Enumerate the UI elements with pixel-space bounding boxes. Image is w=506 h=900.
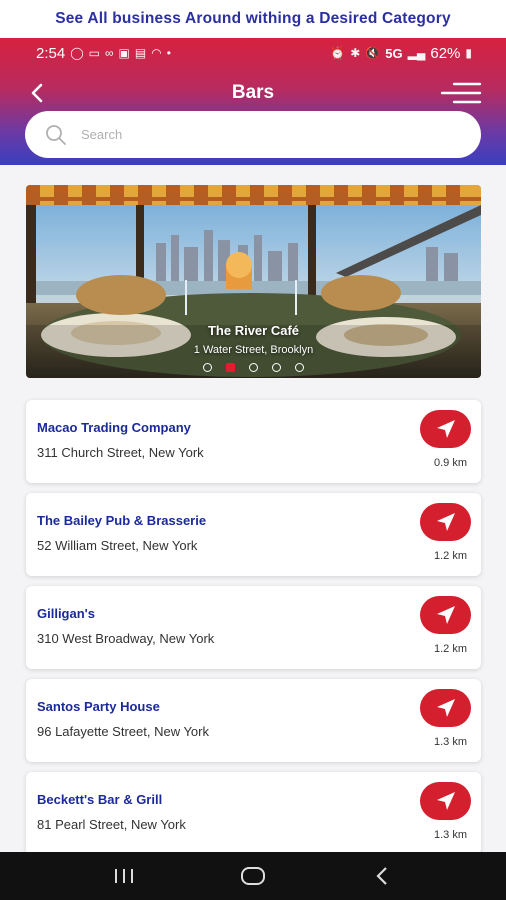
business-card[interactable]: Santos Party House 96 Lafayette Street, … [26, 679, 481, 762]
status-time: 2:54 [36, 44, 66, 62]
featured-address: 1 Water Street, Brooklyn [193, 344, 314, 356]
network-label: 5G [385, 45, 403, 61]
message-icon: ▭ [88, 46, 100, 60]
banner-text: See All business Around withing a Desire… [55, 10, 451, 27]
carousel-dot[interactable] [295, 363, 304, 372]
mute-icon: 🔇 [365, 46, 381, 60]
navigate-button[interactable] [420, 410, 471, 448]
business-address: 52 William Street, New York [37, 538, 198, 553]
business-distance: 0.9 km [433, 457, 467, 469]
navigate-button[interactable] [420, 503, 471, 541]
top-bar: Bars [0, 76, 506, 110]
carousel-dot[interactable] [272, 363, 281, 372]
business-name[interactable]: Beckett's Bar & Grill [37, 792, 162, 807]
status-bar: 2:54 ◯ ▭ ∞ ▣ ▤ ◠ • ⏰ ✱ 🔇 5G ▂▄ 62% ▮ [0, 38, 506, 68]
whatsapp-icon: ◯ [70, 46, 84, 60]
business-address: 96 Lafayette Street, New York [37, 724, 209, 739]
bluetooth-icon: ✱ [350, 46, 361, 60]
badge-icon: ▤ [134, 46, 147, 60]
business-card[interactable]: Beckett's Bar & Grill 81 Pearl Street, N… [26, 772, 481, 855]
business-name[interactable]: Macao Trading Company [37, 420, 191, 435]
business-distance: 1.2 km [433, 643, 467, 655]
navigation-arrow-icon [436, 606, 455, 624]
back-icon [376, 867, 387, 885]
recents-button[interactable] [104, 861, 144, 891]
navigation-arrow-icon [436, 513, 455, 531]
business-card[interactable]: Gilligan's 310 West Broadway, New York 1… [26, 586, 481, 669]
search-bar[interactable] [25, 111, 481, 158]
page-title: Bars [231, 82, 275, 103]
alarm-icon: ⏰ [330, 46, 346, 60]
system-navigation-bar [0, 852, 506, 900]
home-button[interactable] [233, 861, 273, 891]
business-name[interactable]: Gilligan's [37, 606, 95, 621]
app-root: See All business Around withing a Desire… [0, 0, 506, 900]
signal-icon: ▂▄ [407, 46, 426, 60]
carousel-indicators [26, 363, 481, 372]
app-header: 2:54 ◯ ▭ ∞ ▣ ▤ ◠ • ⏰ ✱ 🔇 5G ▂▄ 62% ▮ Bar… [0, 38, 506, 165]
business-card[interactable]: The Bailey Pub & Brasserie 52 William St… [26, 493, 481, 576]
featured-title: The River Café [207, 323, 300, 338]
carousel-dot[interactable] [249, 363, 258, 372]
business-address: 311 Church Street, New York [37, 445, 204, 460]
recents-icon [115, 869, 134, 883]
dot-icon: • [166, 46, 171, 60]
navigate-button[interactable] [420, 689, 471, 727]
business-list: Macao Trading Company 311 Church Street,… [26, 400, 481, 865]
battery-icon: ▮ [465, 46, 472, 60]
carousel-dot[interactable] [203, 363, 212, 372]
navigation-arrow-icon [436, 699, 455, 717]
business-name[interactable]: The Bailey Pub & Brasserie [37, 513, 206, 528]
navigate-button[interactable] [420, 596, 471, 634]
search-input[interactable] [81, 127, 441, 142]
status-right: ⏰ ✱ 🔇 5G ▂▄ 62% ▮ [330, 45, 472, 62]
carousel-dot-active[interactable] [226, 363, 235, 372]
back-button[interactable] [22, 78, 52, 108]
voicemail-icon: ∞ [104, 46, 114, 60]
business-address: 310 West Broadway, New York [37, 631, 215, 646]
business-distance: 1.2 km [433, 550, 467, 562]
battery-label: 62% [430, 44, 461, 62]
status-left: 2:54 ◯ ▭ ∞ ▣ ▤ ◠ • [36, 45, 171, 62]
menu-button[interactable] [440, 80, 482, 106]
back-arrow-icon [31, 83, 43, 103]
gallery-icon: ▣ [118, 46, 130, 60]
business-address: 81 Pearl Street, New York [37, 817, 186, 832]
system-back-button[interactable] [362, 861, 402, 891]
business-card[interactable]: Macao Trading Company 311 Church Street,… [26, 400, 481, 483]
business-name[interactable]: Santos Party House [37, 699, 160, 714]
search-icon [46, 124, 66, 145]
navigate-button[interactable] [420, 782, 471, 820]
top-banner: See All business Around withing a Desire… [0, 0, 506, 38]
navigation-arrow-icon [436, 420, 455, 438]
hamburger-menu-icon [440, 82, 482, 104]
home-icon [240, 867, 265, 885]
featured-carousel[interactable]: The River Café 1 Water Street, Brooklyn [26, 185, 481, 378]
business-distance: 1.3 km [433, 736, 467, 748]
business-distance: 1.3 km [433, 829, 467, 841]
wifi-icon: ◠ [151, 46, 162, 60]
navigation-arrow-icon [436, 792, 455, 810]
